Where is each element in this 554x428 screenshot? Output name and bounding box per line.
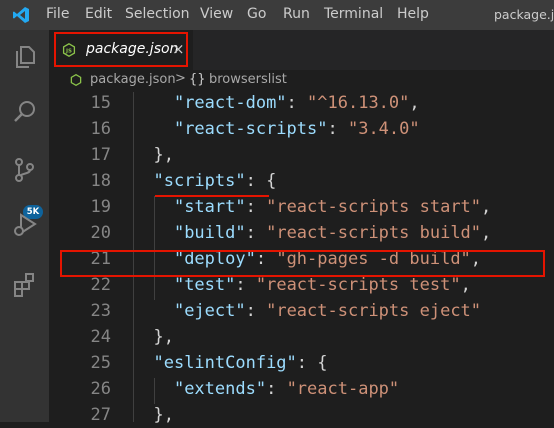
code-line[interactable]: 16 "react-scripts": "3.4.0" bbox=[49, 116, 554, 142]
search-icon[interactable] bbox=[10, 97, 40, 127]
json-key: "scripts" bbox=[153, 171, 246, 191]
code-text: "build": "react-scripts build", bbox=[133, 220, 491, 246]
json-punctuation: : bbox=[286, 93, 308, 113]
json-punctuation: , bbox=[409, 93, 420, 113]
json-string: "3.4.0" bbox=[347, 119, 420, 139]
json-string: "^16.13.0" bbox=[307, 93, 410, 113]
json-punctuation: : bbox=[327, 119, 348, 139]
json-punctuation: , bbox=[481, 223, 492, 243]
json-punctuation: : bbox=[245, 301, 267, 321]
code-line[interactable]: 17 }, bbox=[49, 142, 554, 168]
menu-view[interactable]: View bbox=[200, 6, 233, 22]
json-string: "react-scripts start" bbox=[266, 197, 482, 217]
json-punctuation: : bbox=[235, 275, 256, 295]
menu-file[interactable]: File bbox=[46, 6, 69, 22]
extensions-icon[interactable] bbox=[10, 270, 40, 300]
code-line[interactable]: 25 "eslintConfig": { bbox=[49, 350, 554, 376]
line-number: 26 bbox=[90, 379, 111, 399]
json-punctuation: : bbox=[266, 379, 287, 399]
code-text: }, bbox=[133, 142, 174, 168]
line-number: 23 bbox=[90, 301, 111, 321]
code-text: "scripts": { bbox=[133, 168, 276, 194]
json-key: "eslintConfig" bbox=[153, 353, 297, 373]
line-number: 25 bbox=[90, 353, 111, 373]
vscode-logo-icon bbox=[13, 7, 29, 23]
code-text: }, bbox=[133, 402, 174, 428]
json-punctuation: }, bbox=[153, 405, 174, 425]
breadcrumb-separator: > bbox=[175, 71, 186, 86]
code-text: "eslintConfig": { bbox=[133, 350, 328, 376]
menu-selection[interactable]: Selection bbox=[125, 6, 190, 22]
json-punctuation: : bbox=[245, 197, 267, 217]
breadcrumb-file[interactable]: package.json bbox=[90, 72, 176, 87]
code-text: }, bbox=[133, 324, 174, 350]
tab-highlight-box bbox=[54, 32, 188, 67]
line-number: 16 bbox=[90, 119, 111, 139]
code-line[interactable]: 26 "extends": "react-app" bbox=[49, 376, 554, 402]
json-key: "start" bbox=[173, 197, 246, 217]
breadcrumb: package.json > {} browserslist bbox=[49, 70, 554, 92]
activity-bar: 5K bbox=[0, 30, 49, 422]
json-punctuation: , bbox=[481, 197, 492, 217]
code-text: "extends": "react-app" bbox=[133, 376, 399, 402]
code-line[interactable]: 18 "scripts": { bbox=[49, 168, 554, 194]
deploy-line-highlight-box bbox=[60, 250, 545, 277]
line-number: 24 bbox=[90, 327, 111, 347]
json-punctuation: : { bbox=[245, 171, 277, 191]
line-number: 27 bbox=[90, 405, 111, 425]
js-icon bbox=[70, 74, 82, 86]
object-symbol-icon: {} bbox=[189, 72, 206, 87]
menu-run[interactable]: Run bbox=[283, 6, 310, 22]
json-key: "eject" bbox=[173, 301, 246, 321]
json-punctuation: : { bbox=[296, 353, 328, 373]
run-debug-icon[interactable] bbox=[10, 210, 40, 240]
menu-edit[interactable]: Edit bbox=[85, 6, 112, 22]
code-text: "react-scripts": "3.4.0" bbox=[133, 116, 420, 142]
menu-go[interactable]: Go bbox=[247, 6, 266, 22]
json-key: "test" bbox=[173, 275, 236, 295]
line-number: 18 bbox=[90, 171, 111, 191]
json-string: "react-scripts test" bbox=[255, 275, 461, 295]
json-punctuation: }, bbox=[153, 327, 174, 347]
line-number: 19 bbox=[90, 197, 111, 217]
title-bar: File Edit Selection View Go Run Terminal… bbox=[0, 0, 554, 30]
json-key: "react-dom" bbox=[173, 93, 287, 113]
code-line[interactable]: 15 "react-dom": "^16.13.0", bbox=[49, 90, 554, 116]
json-punctuation: }, bbox=[153, 145, 174, 165]
window-title: package.json bbox=[494, 7, 554, 22]
json-key: "extends" bbox=[173, 379, 267, 399]
code-text: "start": "react-scripts start", bbox=[133, 194, 491, 220]
scripts-underline bbox=[155, 195, 269, 197]
source-control-icon[interactable] bbox=[10, 155, 40, 185]
line-number: 17 bbox=[90, 145, 111, 165]
menu-terminal[interactable]: Terminal bbox=[324, 6, 383, 22]
code-line[interactable]: 19 "start": "react-scripts start", bbox=[49, 194, 554, 220]
line-number: 20 bbox=[90, 223, 111, 243]
breadcrumb-symbol[interactable]: browserslist bbox=[209, 72, 287, 87]
menu-help[interactable]: Help bbox=[397, 6, 429, 22]
line-number: 15 bbox=[90, 93, 111, 113]
json-punctuation: , bbox=[460, 275, 471, 295]
code-line[interactable]: 23 "eject": "react-scripts eject" bbox=[49, 298, 554, 324]
code-line[interactable]: 24 }, bbox=[49, 324, 554, 350]
json-string: "react-app" bbox=[286, 379, 400, 399]
code-text: "react-dom": "^16.13.0", bbox=[133, 90, 420, 116]
json-punctuation: : bbox=[245, 223, 267, 243]
code-line[interactable]: 20 "build": "react-scripts build", bbox=[49, 220, 554, 246]
code-text: "eject": "react-scripts eject" bbox=[133, 298, 481, 324]
json-key: "build" bbox=[173, 223, 246, 243]
code-line[interactable]: 27 }, bbox=[49, 402, 554, 428]
json-string: "react-scripts eject" bbox=[266, 301, 482, 321]
json-string: "react-scripts build" bbox=[266, 223, 482, 243]
json-key: "react-scripts" bbox=[173, 119, 328, 139]
files-icon[interactable] bbox=[10, 42, 40, 72]
